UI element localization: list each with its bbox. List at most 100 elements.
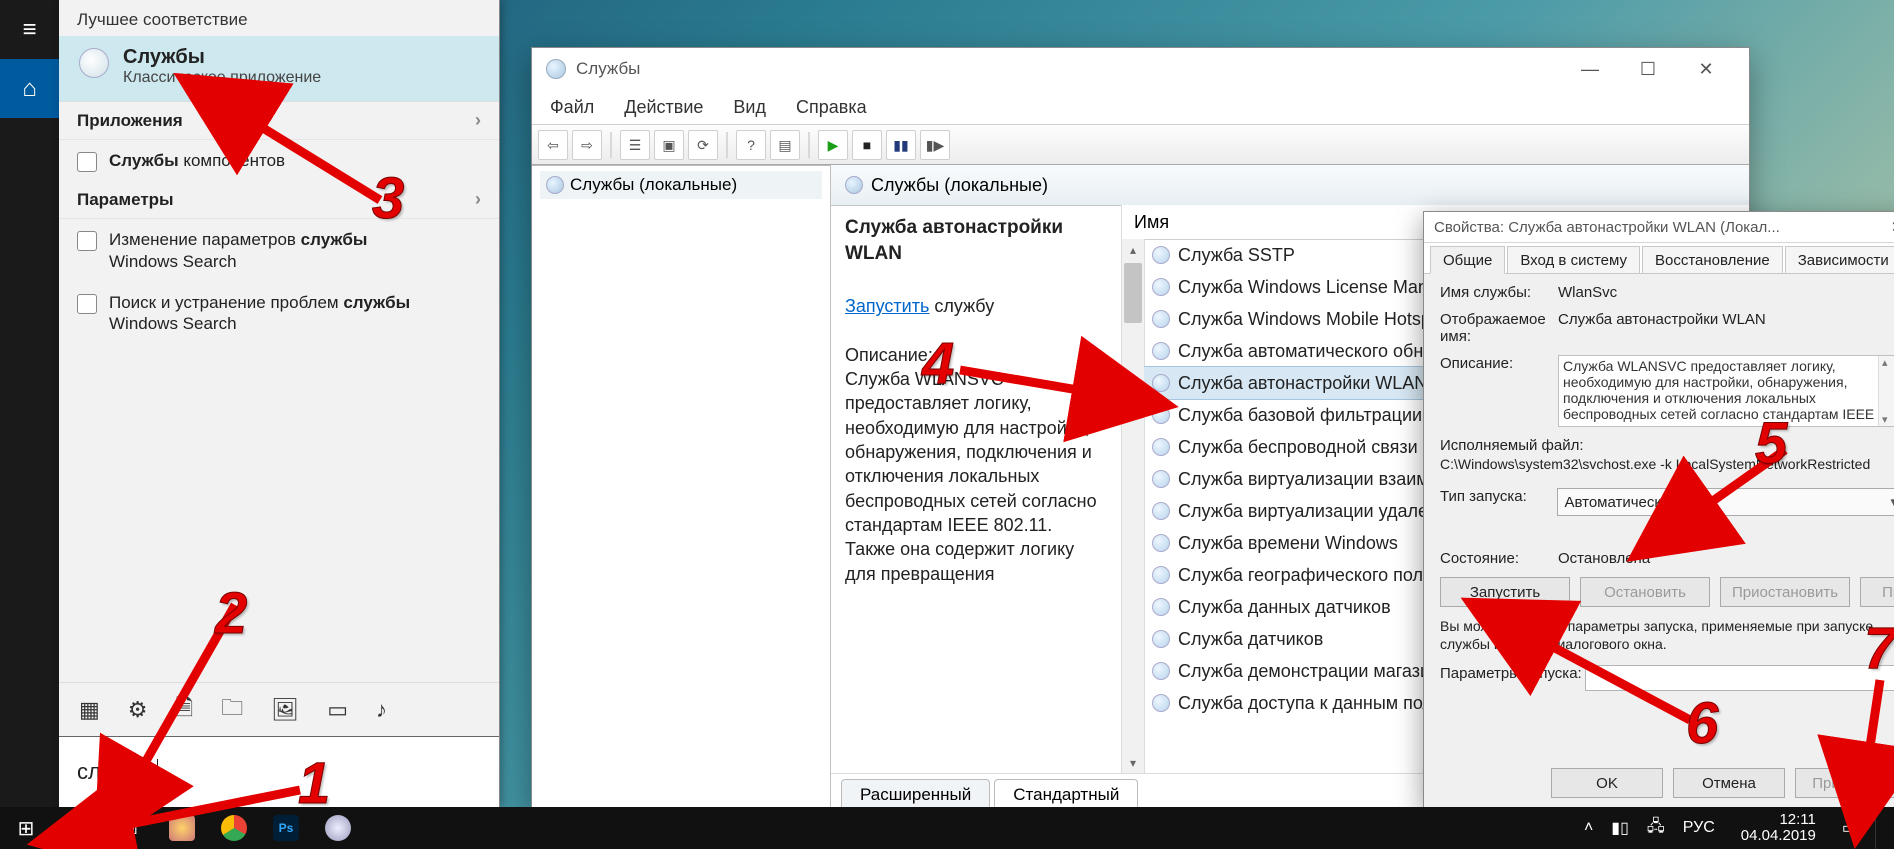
filter-folders-icon[interactable]: 🗀 [221, 691, 243, 729]
apps-item-component-services[interactable]: Службы компонентов [59, 140, 499, 181]
filter-documents-icon[interactable]: 🗎 [176, 691, 194, 729]
start-service-link[interactable]: Запустить [845, 296, 929, 316]
best-match-item[interactable]: Службы Классическое приложение [59, 36, 499, 102]
start-button[interactable]: ⊞ [0, 807, 52, 849]
ok-button[interactable]: OK [1551, 768, 1663, 798]
gear-icon [1152, 662, 1170, 680]
scroll-up-icon[interactable]: ▴ [1122, 239, 1144, 261]
toolbar-stop-button[interactable]: ■ [852, 130, 882, 160]
apps-section-header[interactable]: Приложения › [59, 102, 499, 140]
chevron-right-icon: › [475, 110, 481, 131]
maximize-button[interactable]: ☐ [1619, 48, 1677, 90]
apply-button[interactable]: Применить [1795, 768, 1894, 798]
tab-extended[interactable]: Расширенный [841, 779, 990, 810]
settings-item-icon [77, 294, 97, 314]
settings-section-header[interactable]: Параметры › [59, 181, 499, 219]
toolbar-restart-button[interactable]: ▮▶ [920, 130, 950, 160]
tab-recovery[interactable]: Восстановление [1642, 246, 1783, 273]
scroll-thumb[interactable] [1124, 263, 1142, 323]
tray-language[interactable]: РУС [1683, 819, 1715, 837]
list-scrollbar[interactable]: ▴ ▾ [1122, 239, 1145, 774]
tray-battery-icon[interactable]: ▮▯ [1611, 818, 1629, 838]
right-pane-header: Службы (локальные) [831, 165, 1749, 206]
toolbar-start-button[interactable]: ▶ [818, 130, 848, 160]
settings-item-2[interactable]: Поиск и устранение проблем службы Window… [59, 282, 499, 345]
description-box[interactable]: Служба WLANSVC предоставляет логику, нео… [1558, 355, 1894, 427]
tab-standard[interactable]: Стандартный [994, 779, 1138, 810]
start-search-input[interactable]: службы [59, 736, 499, 807]
service-row-name: Служба виртуализации удаленн [1178, 501, 1448, 522]
service-row-name: Служба автоматического обнар [1178, 341, 1443, 362]
pause-button[interactable]: Приостановить [1720, 577, 1850, 607]
menu-file[interactable]: Файл [550, 97, 594, 118]
gear-icon [1152, 534, 1170, 552]
tray-notifications-icon[interactable]: ▭ [1842, 818, 1857, 838]
taskbar-app-paint[interactable] [156, 807, 208, 849]
menu-action[interactable]: Действие [624, 97, 703, 118]
toolbar-back-button[interactable]: ⇦ [538, 130, 568, 160]
tab-logon[interactable]: Вход в систему [1507, 246, 1640, 273]
dialog-titlebar[interactable]: Свойства: Служба автонастройки WLAN (Лок… [1424, 212, 1894, 243]
annotation-number-4: 4 [922, 330, 954, 397]
toolbar-help-button[interactable]: ? [736, 130, 766, 160]
menubar: Файл Действие Вид Справка [532, 90, 1749, 125]
toolbar-export-button[interactable]: ▣ [654, 130, 684, 160]
state-value: Остановлена [1558, 550, 1894, 567]
scroll-down-icon[interactable]: ▾ [1122, 752, 1144, 774]
filter-apps-icon[interactable]: ▦ [79, 697, 100, 723]
gear-icon [1152, 470, 1170, 488]
services-window-icon [546, 59, 566, 79]
service-row-name: Служба времени Windows [1178, 533, 1398, 554]
filter-music-icon[interactable]: ♪ [376, 697, 387, 723]
close-button[interactable]: ✕ [1677, 48, 1735, 90]
service-row-name: Служба Windows License Manag [1178, 277, 1448, 298]
gear-icon [1152, 278, 1170, 296]
toolbar-pause-button[interactable]: ▮▮ [886, 130, 916, 160]
best-match-header: Лучшее соответствие [59, 0, 499, 36]
start-rail: ≡ ⌂ ⚙ [0, 0, 59, 849]
search-icon[interactable]: ⌕ [52, 807, 104, 849]
menu-help[interactable]: Справка [796, 97, 867, 118]
task-view-icon[interactable]: ⧉ [104, 807, 156, 849]
tray-clock[interactable]: 12:11 04.04.2019 [1733, 812, 1824, 845]
startup-type-label: Тип запуска: [1440, 488, 1557, 516]
tree-node-services-local[interactable]: Службы (локальные) [540, 171, 822, 199]
service-row-name: Служба доступа к данным поль [1178, 693, 1442, 714]
service-row-name: Служба виртуализации взаимод [1178, 469, 1449, 490]
filter-videos-icon[interactable]: ▭ [327, 697, 348, 723]
description-scrollbar[interactable] [1878, 356, 1894, 426]
tab-dependencies[interactable]: Зависимости [1785, 246, 1894, 273]
annotation-number-3: 3 [372, 165, 404, 232]
taskbar-app-chrome[interactable] [208, 807, 260, 849]
tray-network-icon[interactable]: 🖧 [1647, 815, 1665, 842]
stop-button[interactable]: Остановить [1580, 577, 1710, 607]
tray-chevron-icon[interactable]: ˄ [1584, 819, 1593, 837]
start-params-input[interactable] [1585, 665, 1894, 691]
state-label: Состояние: [1440, 550, 1558, 567]
resume-button[interactable]: Продолжить [1860, 577, 1894, 607]
titlebar[interactable]: Службы — ☐ ✕ [532, 48, 1749, 90]
home-icon[interactable]: ⌂ [0, 59, 59, 118]
startup-type-select[interactable]: Автоматически ▾ [1557, 488, 1894, 516]
filter-photos-icon[interactable]: 🖼 [271, 697, 299, 723]
show-desktop-button[interactable] [1875, 807, 1884, 849]
component-services-icon [77, 152, 97, 172]
close-button[interactable]: ✕ [1883, 218, 1894, 236]
selected-service-heading: Служба автонастройки WLAN [845, 215, 1107, 266]
gear-icon [1152, 566, 1170, 584]
settings-item-1[interactable]: Изменение параметров службы Windows Sear… [59, 219, 499, 282]
toolbar-properties-button[interactable]: ▤ [770, 130, 800, 160]
menu-view[interactable]: Вид [733, 97, 766, 118]
detail-pane: Служба автонастройки WLAN Запустить служ… [831, 205, 1122, 774]
toolbar-refresh-button[interactable]: ⟳ [688, 130, 718, 160]
dialog-title: Свойства: Служба автонастройки WLAN (Лок… [1434, 219, 1883, 236]
minimize-button[interactable]: — [1561, 48, 1619, 90]
start-button[interactable]: Запустить [1440, 577, 1570, 607]
filter-settings-icon[interactable]: ⚙ [128, 697, 148, 723]
service-row-name: Служба демонстрации магазина [1178, 661, 1450, 682]
hamburger-icon[interactable]: ≡ [0, 0, 59, 59]
tab-general[interactable]: Общие [1430, 246, 1505, 274]
toolbar-showhide-button[interactable]: ☰ [620, 130, 650, 160]
cancel-button[interactable]: Отмена [1673, 768, 1785, 798]
toolbar-forward-button[interactable]: ⇨ [572, 130, 602, 160]
